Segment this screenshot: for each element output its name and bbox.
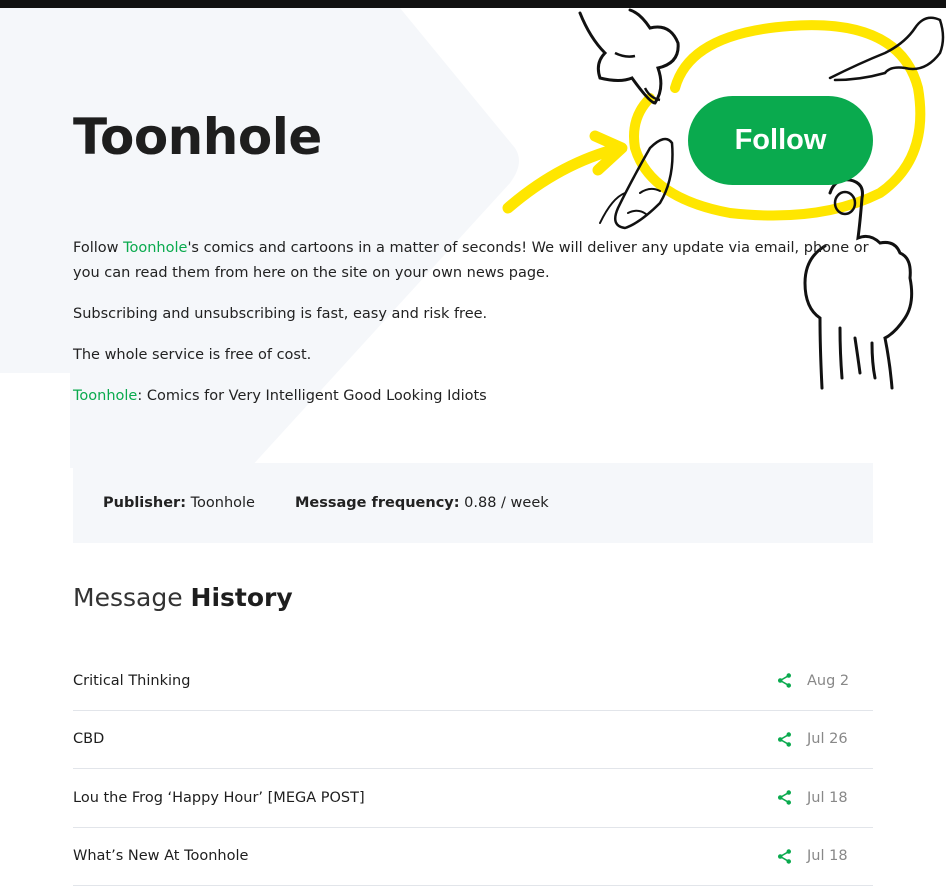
follow-button[interactable]: Follow xyxy=(688,96,873,185)
share-icon[interactable] xyxy=(776,848,793,865)
frequency-info: Message frequency: 0.88 / week xyxy=(295,495,549,511)
publisher-link[interactable]: Toonhole xyxy=(73,388,137,404)
description-text: 's comics and cartoons in a matter of se… xyxy=(73,240,869,281)
heading-light: Message xyxy=(73,583,191,612)
publisher-label: Publisher: xyxy=(103,495,187,511)
top-bar xyxy=(0,0,946,8)
description-paragraph-4: Toonhole: Comics for Very Intelligent Go… xyxy=(73,384,873,409)
description-text: Follow xyxy=(73,240,124,256)
message-history-heading: Message History xyxy=(73,580,293,616)
message-date: Jul 26 xyxy=(807,731,848,748)
publisher-info-panel: Publisher: Toonhole Message frequency: 0… xyxy=(73,463,873,543)
description-paragraph-3: The whole service is free of cost. xyxy=(73,347,312,363)
message-row[interactable]: What’s New At Toonhole Jul 18 xyxy=(73,828,873,886)
message-date: Aug 2 xyxy=(807,672,850,689)
tagline-text: : Comics for Very Intelligent Good Looki… xyxy=(137,388,487,404)
message-date: Jul 18 xyxy=(807,848,848,865)
share-icon[interactable] xyxy=(776,672,793,689)
message-title[interactable]: Lou the Frog ‘Happy Hour’ [MEGA POST] xyxy=(73,790,776,806)
message-row[interactable]: Critical Thinking Aug 2 xyxy=(73,652,873,711)
description-paragraph-2: Subscribing and unsubscribing is fast, e… xyxy=(73,306,488,322)
message-row[interactable]: CBD Jul 26 xyxy=(73,711,873,769)
share-icon[interactable] xyxy=(776,789,793,806)
message-title[interactable]: CBD xyxy=(73,731,776,747)
heading-bold: History xyxy=(190,583,293,612)
publisher-value: Toonhole xyxy=(190,495,255,511)
description-paragraph-1: Follow Toonhole's comics and cartoons in… xyxy=(73,236,873,286)
message-title[interactable]: What’s New At Toonhole xyxy=(73,848,776,864)
description: Follow Toonhole's comics and cartoons in… xyxy=(73,236,873,425)
message-title[interactable]: Critical Thinking xyxy=(73,673,776,689)
publisher-info: Publisher: Toonhole xyxy=(103,495,255,511)
publisher-link[interactable]: Toonhole xyxy=(123,240,187,256)
message-list: Critical Thinking Aug 2 CBD Jul 26 Lou t… xyxy=(73,652,873,886)
message-row[interactable]: Lou the Frog ‘Happy Hour’ [MEGA POST] Ju… xyxy=(73,769,873,828)
frequency-label: Message frequency: xyxy=(294,495,460,511)
share-icon[interactable] xyxy=(776,731,793,748)
frequency-value: 0.88 / week xyxy=(464,495,549,511)
page-title: Toonhole xyxy=(73,108,322,166)
message-date: Jul 18 xyxy=(807,789,848,806)
